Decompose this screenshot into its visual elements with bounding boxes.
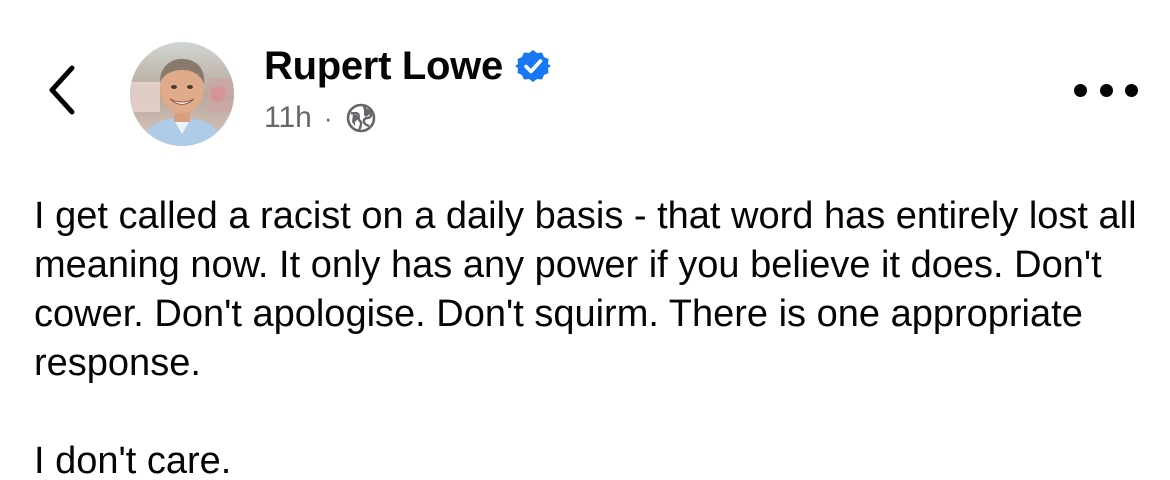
more-options-button[interactable] [1074,78,1138,102]
avatar-photo [130,42,234,146]
author-row: Rupert Lowe [264,40,551,92]
author-name[interactable]: Rupert Lowe [264,44,503,89]
post-header: Rupert Lowe 11h · [264,40,551,140]
more-options-icon [1099,83,1113,97]
post-text-paragraph: I get called a racist on a daily basis -… [34,195,1137,384]
back-button[interactable] [40,60,84,120]
globe-icon[interactable] [345,102,377,134]
chevron-left-icon [49,65,75,115]
post-meta: 11h · [264,96,551,140]
post-body: I get called a racist on a daily basis -… [34,192,1154,480]
verified-badge-icon [514,48,551,84]
more-options-icon [1074,83,1087,97]
more-options-icon [1125,83,1138,97]
timestamp[interactable]: 11h [264,101,312,135]
post-text-closing: I don't care. [34,440,232,480]
meta-separator: · [323,102,333,133]
avatar[interactable] [130,42,234,146]
